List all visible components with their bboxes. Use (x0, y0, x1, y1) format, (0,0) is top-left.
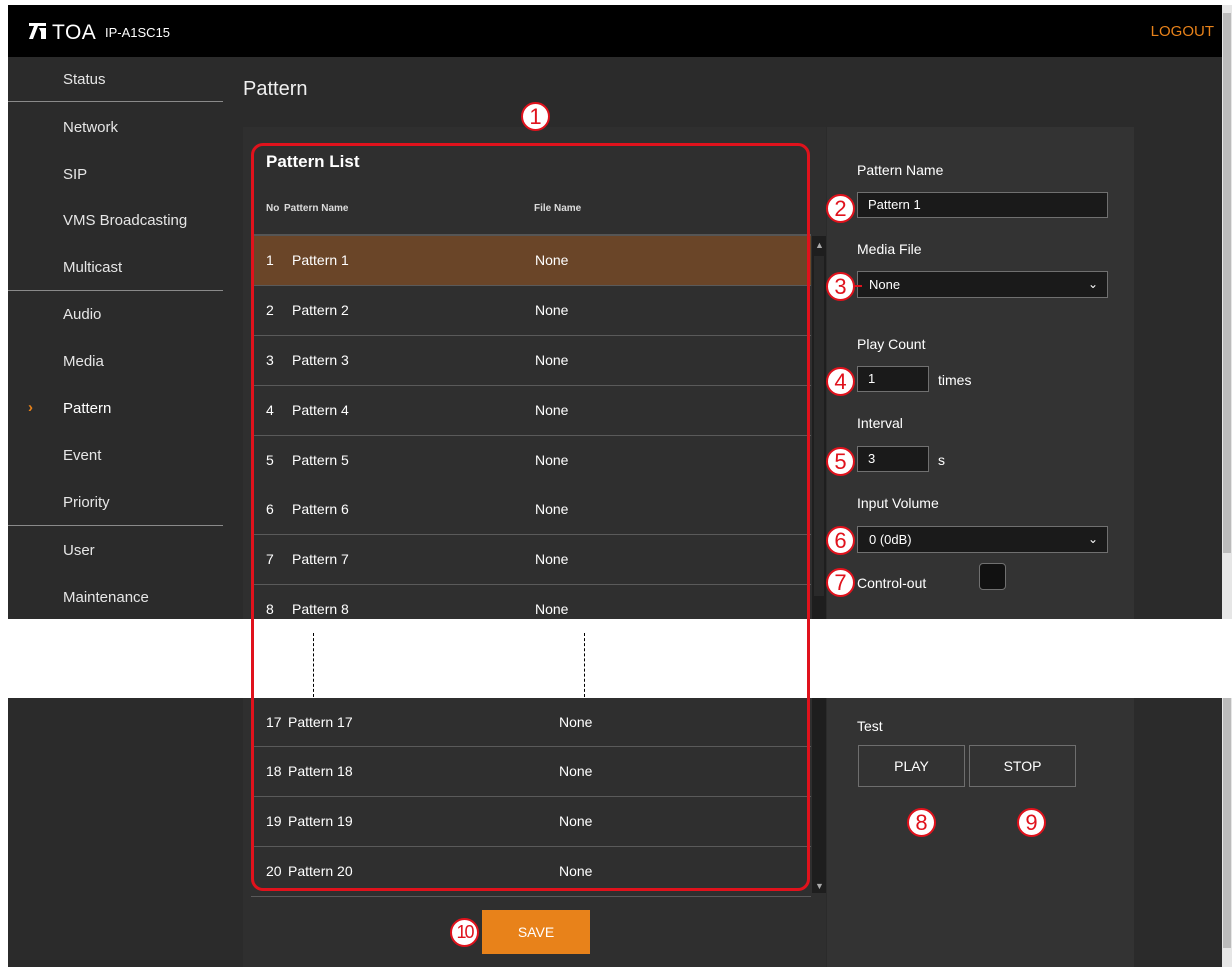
pattern-name-label: Pattern Name (857, 162, 944, 178)
sidebar-item-priority[interactable]: Priority (63, 494, 110, 511)
media-file-value: None (869, 277, 901, 292)
sidebar-item-sip[interactable]: SIP (63, 166, 87, 183)
sidebar-item-network[interactable]: Network (63, 119, 118, 136)
callout-7: 7 (826, 568, 855, 597)
interval-unit: s (938, 452, 945, 468)
list-scrollbar[interactable]: ▲ (812, 236, 826, 619)
sidebar-item-media[interactable]: Media (63, 353, 104, 370)
sidebar-divider (8, 101, 223, 102)
callout-3: 3 (826, 272, 855, 301)
sidebar-item-vms-broadcasting[interactable]: VMS Broadcasting (63, 212, 187, 229)
page-scrollbar-bottom[interactable] (1222, 698, 1232, 967)
pattern-name-input[interactable]: Pattern 1 (857, 192, 1108, 218)
callout-10: 10 (450, 918, 479, 947)
page-scrollbar-thumb[interactable] (1223, 698, 1231, 948)
page-title: Pattern (243, 78, 308, 100)
stop-button[interactable]: STOP (969, 745, 1076, 787)
play-button[interactable]: PLAY (858, 745, 965, 787)
sidebar-item-event[interactable]: Event (63, 447, 101, 464)
settings-panel-bottom (827, 698, 1134, 967)
input-volume-value: 0 (0dB) (869, 532, 912, 547)
sidebar-divider (8, 290, 223, 291)
sidebar-item-pattern[interactable]: Pattern (63, 400, 111, 417)
save-button[interactable]: SAVE (482, 910, 590, 954)
page-scrollbar-thumb[interactable] (1223, 13, 1231, 553)
logo-text: TOA (52, 21, 97, 44)
control-out-checkbox[interactable] (979, 563, 1006, 590)
callout-1: 1 (521, 102, 550, 131)
media-file-select[interactable]: None ⌄ (857, 271, 1108, 298)
play-count-input[interactable]: 1 (857, 366, 929, 392)
interval-label: Interval (857, 415, 903, 431)
chevron-down-icon: ⌄ (1087, 277, 1098, 291)
play-count-unit: times (938, 372, 972, 388)
callout-6: 6 (826, 526, 855, 555)
media-file-label: Media File (857, 241, 922, 257)
input-volume-select[interactable]: 0 (0dB) ⌄ (857, 526, 1108, 553)
callout-9: 9 (1017, 808, 1046, 837)
callout-4: 4 (826, 367, 855, 396)
input-volume-label: Input Volume (857, 495, 939, 511)
callout-2: 2 (826, 194, 855, 223)
callout-8: 8 (907, 808, 936, 837)
toa-logo-icon (29, 23, 46, 39)
scrollbar-thumb[interactable] (814, 256, 824, 596)
top-bar: TOA IP-A1SC15 LOGOUT (8, 5, 1222, 57)
active-chevron-icon: › (28, 399, 33, 416)
callout-highlight-frame (251, 143, 810, 891)
sidebar-item-multicast[interactable]: Multicast (63, 259, 122, 276)
list-scrollbar-bottom[interactable]: ▼ (812, 698, 826, 893)
device-model: IP-A1SC15 (105, 25, 171, 40)
sidebar-item-audio[interactable]: Audio (63, 306, 101, 323)
sidebar-item-user[interactable]: User (63, 542, 95, 559)
scroll-up-icon[interactable]: ▲ (815, 240, 824, 250)
page-scrollbar[interactable] (1222, 5, 1232, 619)
chevron-down-icon: ⌄ (1087, 532, 1098, 546)
scroll-down-icon[interactable]: ▼ (815, 881, 824, 891)
interval-input[interactable]: 3 (857, 446, 929, 472)
play-count-label: Play Count (857, 336, 926, 352)
test-label: Test (857, 718, 883, 734)
sidebar-item-maintenance[interactable]: Maintenance (63, 589, 149, 606)
sidebar-divider (8, 525, 223, 526)
control-out-label: Control-out (857, 575, 927, 591)
callout-5: 5 (826, 447, 855, 476)
sidebar-item-status[interactable]: Status (63, 71, 106, 88)
logout-link[interactable]: LOGOUT (1151, 23, 1214, 40)
callout-leader-line (854, 285, 862, 287)
